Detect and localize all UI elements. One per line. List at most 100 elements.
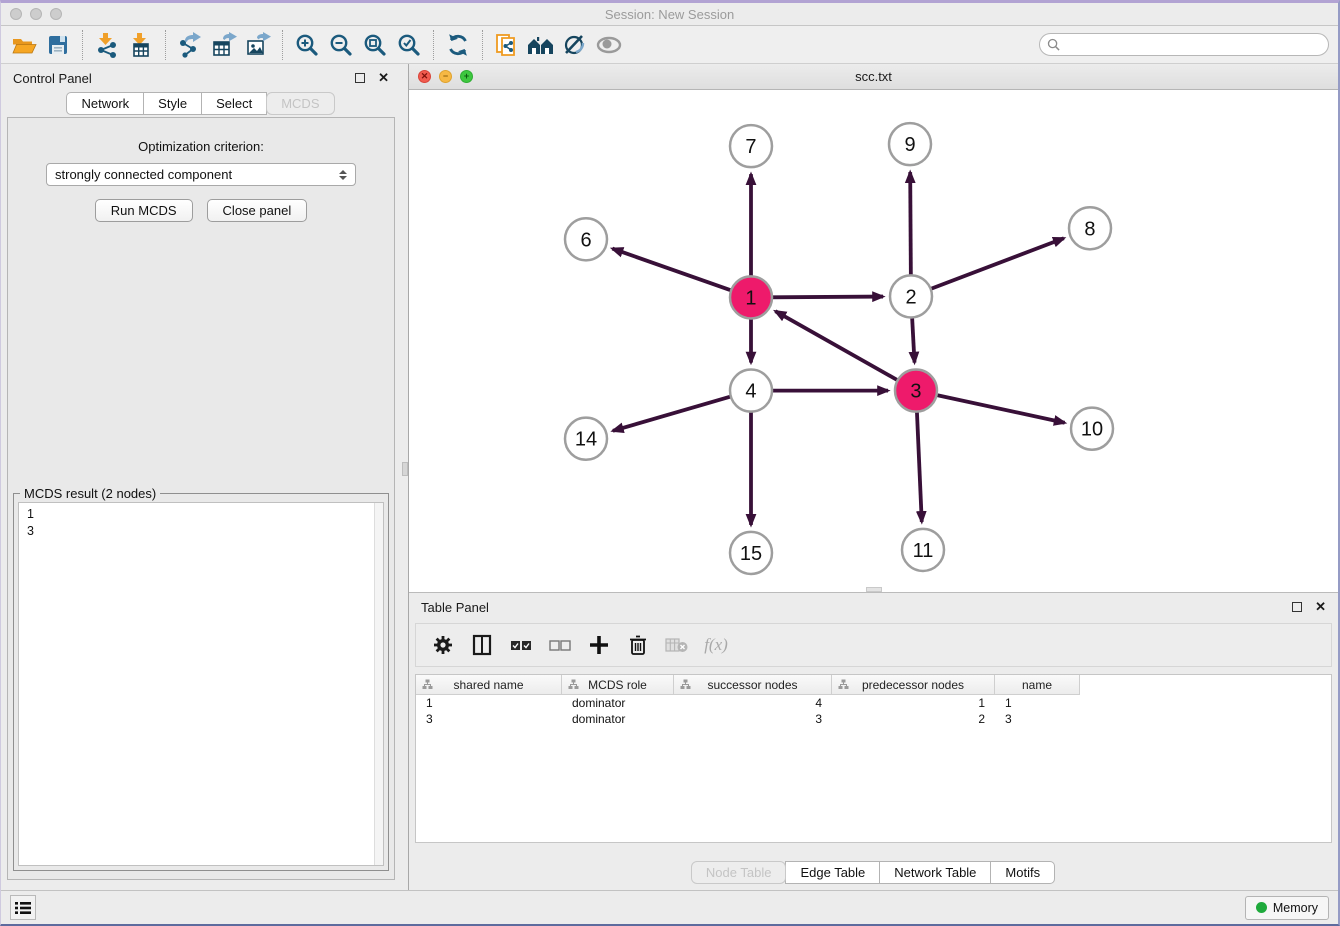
eye-icon — [595, 34, 623, 56]
table-cell[interactable]: 4 — [674, 696, 832, 710]
network-graph[interactable]: 7 9 6 8 1 2 4 3 14 10 15 11 — [409, 90, 1338, 592]
close-panel-icon[interactable]: ✕ — [378, 73, 389, 83]
table-toolbar: f(x) — [415, 623, 1332, 667]
tab-network[interactable]: Network — [66, 92, 144, 115]
tab-select[interactable]: Select — [201, 92, 267, 115]
zoom-out-button[interactable] — [324, 29, 358, 61]
column-header-MCDS-role[interactable]: MCDS role — [562, 675, 674, 695]
network-canvas[interactable]: 7 9 6 8 1 2 4 3 14 10 15 11 — [409, 90, 1338, 592]
table-cell[interactable]: 2 — [832, 712, 995, 726]
graph-node-7[interactable]: 7 — [730, 125, 772, 167]
memory-label: Memory — [1273, 901, 1318, 915]
show-columns-button[interactable] — [467, 630, 497, 660]
toggle-style-button[interactable] — [558, 29, 592, 61]
import-network-button[interactable] — [90, 29, 124, 61]
splitter-grip-icon[interactable] — [402, 462, 408, 476]
import-table-button[interactable] — [124, 29, 158, 61]
close-panel-button[interactable]: Close panel — [207, 199, 308, 222]
tab-mcds[interactable]: MCDS — [266, 92, 334, 115]
graph-node-10[interactable]: 10 — [1071, 408, 1113, 450]
graph-node-label: 2 — [905, 286, 916, 308]
save-session-button[interactable] — [41, 29, 75, 61]
column-tree-icon — [680, 679, 691, 690]
table-cell[interactable]: dominator — [562, 712, 674, 726]
tab-edge-table[interactable]: Edge Table — [785, 861, 880, 884]
table-cell[interactable]: dominator — [562, 696, 674, 710]
tab-node-table[interactable]: Node Table — [691, 861, 787, 884]
zoom-fit-icon — [362, 32, 388, 58]
column-header-shared-name[interactable]: shared name — [416, 675, 562, 695]
deselect-all-columns-button[interactable] — [545, 630, 575, 660]
zoom-fit-button[interactable] — [358, 29, 392, 61]
table-row[interactable]: 1dominator411 — [416, 695, 1331, 711]
panel-splitter[interactable] — [401, 64, 409, 890]
graph-node-11[interactable]: 11 — [902, 529, 944, 571]
column-header-name[interactable]: name — [995, 675, 1080, 695]
show-hide-button[interactable] — [592, 29, 626, 61]
graph-node-2[interactable]: 2 — [890, 275, 932, 317]
table-header-row: shared nameMCDS rolesuccessor nodes prede… — [416, 675, 1331, 695]
mcds-result-textarea[interactable]: 1 3 — [18, 502, 384, 866]
graph-edge-4-14[interactable] — [613, 396, 733, 431]
open-session-button[interactable] — [7, 29, 41, 61]
graph-node-1[interactable]: 1 — [730, 276, 772, 318]
column-header-predecessor-nodes[interactable]: predecessor nodes — [832, 675, 995, 695]
export-network-button[interactable] — [173, 29, 207, 61]
result-scrollbar[interactable] — [374, 503, 383, 865]
search-input[interactable] — [1065, 36, 1328, 54]
create-column-button[interactable] — [584, 630, 614, 660]
graph-edge-3-1[interactable] — [775, 311, 899, 381]
memory-button[interactable]: Memory — [1245, 896, 1329, 920]
graph-node-9[interactable]: 9 — [889, 123, 931, 165]
graph-edge-2-8[interactable] — [929, 238, 1064, 289]
refresh-icon — [445, 32, 471, 58]
delete-column-button[interactable] — [623, 630, 653, 660]
tab-style[interactable]: Style — [143, 92, 202, 115]
column-label: predecessor nodes — [862, 678, 964, 692]
network-home-button[interactable] — [524, 29, 558, 61]
tab-network-table[interactable]: Network Table — [879, 861, 991, 884]
float-panel-icon[interactable] — [355, 73, 365, 83]
graph-node-8[interactable]: 8 — [1069, 207, 1111, 249]
table-cell[interactable]: 3 — [674, 712, 832, 726]
close-table-panel-icon[interactable]: ✕ — [1315, 602, 1326, 612]
tab-motifs[interactable]: Motifs — [990, 861, 1055, 884]
graph-node-3[interactable]: 3 — [895, 370, 937, 412]
zoom-selected-button[interactable] — [392, 29, 426, 61]
export-image-button[interactable] — [241, 29, 275, 61]
table-cell[interactable]: 3 — [995, 712, 1080, 726]
criterion-select[interactable]: strongly connected component — [46, 163, 356, 186]
graph-edge-1-6[interactable] — [612, 249, 733, 291]
float-table-panel-icon[interactable] — [1292, 602, 1302, 612]
table-settings-button[interactable] — [428, 630, 458, 660]
table-cell[interactable]: 1 — [995, 696, 1080, 710]
graph-node-15[interactable]: 15 — [730, 532, 772, 574]
graph-node-14[interactable]: 14 — [565, 418, 607, 460]
clone-network-button[interactable] — [490, 29, 524, 61]
table-cell[interactable]: 3 — [416, 712, 562, 726]
export-table-button[interactable] — [207, 29, 241, 61]
function-builder-button[interactable]: f(x) — [701, 630, 731, 660]
table-cell[interactable]: 1 — [832, 696, 995, 710]
zoom-in-button[interactable] — [290, 29, 324, 61]
horizontal-splitter-grip[interactable] — [866, 587, 882, 592]
network-window: ✕ − + scc.txt 7968124314101511 — [409, 64, 1338, 592]
select-all-columns-button[interactable] — [506, 630, 536, 660]
graph-edge-3-10[interactable] — [935, 395, 1065, 423]
run-mcds-button[interactable]: Run MCDS — [95, 199, 193, 222]
column-header-successor-nodes[interactable]: successor nodes — [674, 675, 832, 695]
graph-edge-2-9[interactable] — [910, 172, 911, 277]
graph-edge-2-3[interactable] — [912, 315, 915, 362]
two-houses-icon — [526, 33, 556, 57]
graph-node-6[interactable]: 6 — [565, 218, 607, 260]
graph-edge-3-11[interactable] — [917, 410, 922, 522]
delete-table-button[interactable] — [662, 630, 692, 660]
graph-node-4[interactable]: 4 — [730, 370, 772, 412]
search-box[interactable] — [1039, 33, 1329, 56]
task-history-button[interactable] — [10, 895, 36, 920]
table-cell[interactable]: 1 — [416, 696, 562, 710]
gear-icon — [433, 635, 453, 655]
table-row[interactable]: 3dominator323 — [416, 711, 1331, 727]
graph-edge-1-2[interactable] — [770, 297, 883, 298]
apply-layout-button[interactable] — [441, 29, 475, 61]
